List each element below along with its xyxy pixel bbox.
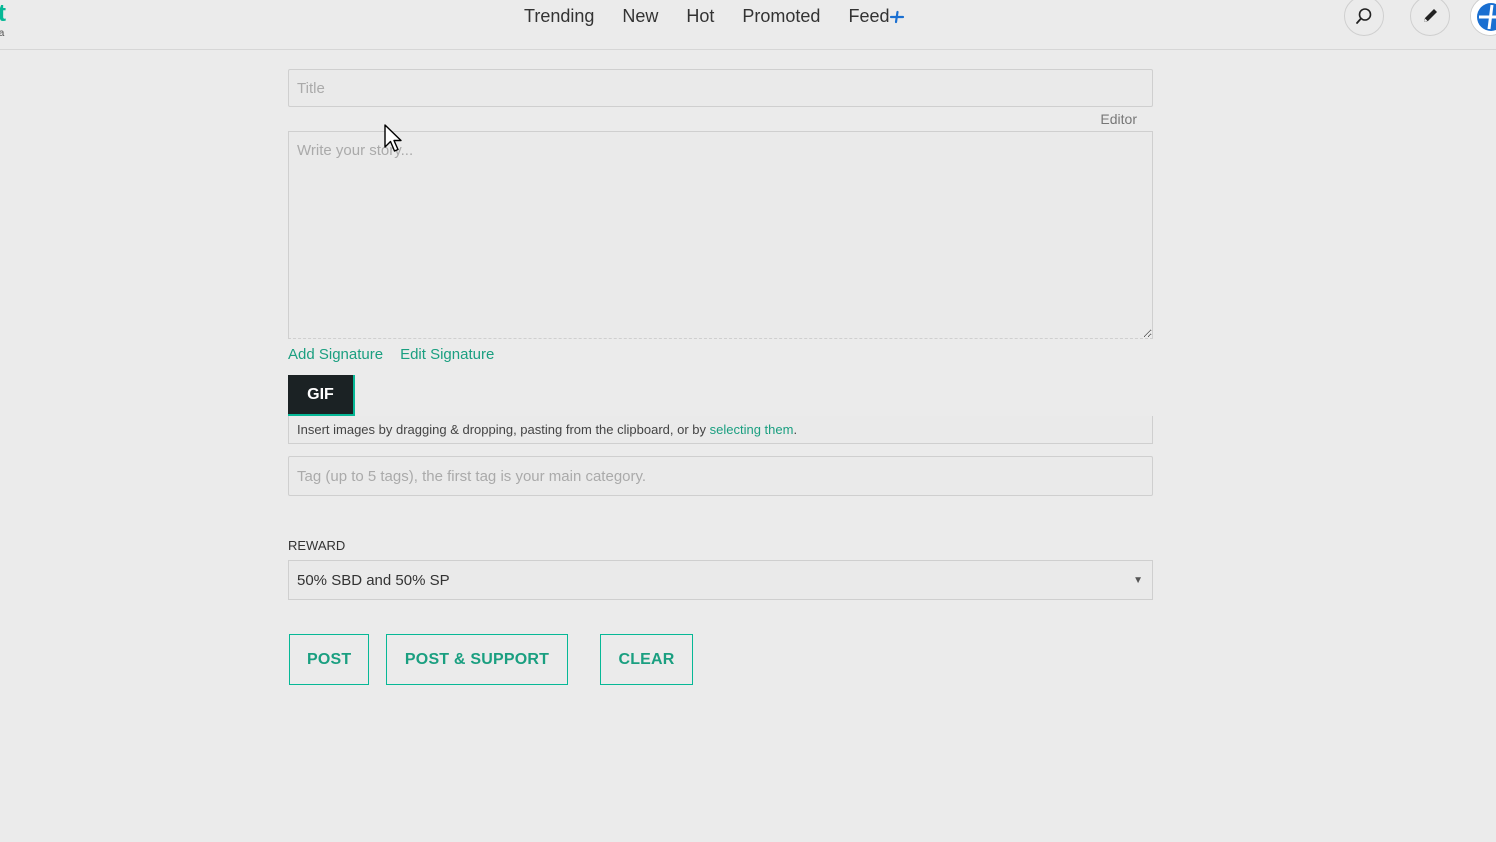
story-textarea[interactable] <box>288 131 1153 339</box>
nav-promoted[interactable]: Promoted <box>728 1 834 31</box>
title-input[interactable] <box>288 69 1153 107</box>
gif-button[interactable]: GIF <box>288 375 355 416</box>
add-signature-link[interactable]: Add Signature <box>288 346 383 363</box>
logo-subtext: ta <box>0 28 5 39</box>
nav-trending[interactable]: Trending <box>510 1 608 31</box>
editor-toggle-link[interactable]: Editor <box>1100 111 1137 127</box>
search-icon <box>1356 8 1372 24</box>
signature-row: Add Signature Edit Signature <box>288 341 1153 367</box>
tags-input[interactable] <box>288 456 1153 496</box>
post-button[interactable]: POST <box>289 634 369 685</box>
post-and-support-button[interactable]: POST & SUPPORT <box>386 634 568 685</box>
dropdown-arrow-icon: ▼ <box>1133 574 1143 586</box>
reward-select[interactable]: 50% SBD and 50% SP ▼ <box>288 560 1153 600</box>
select-images-link[interactable]: selecting them <box>710 422 794 437</box>
editor-toggle-row: Editor <box>288 107 1153 131</box>
image-insert-hint: Insert images by dragging & dropping, pa… <box>288 416 1153 444</box>
reward-label: REWARD <box>288 538 346 553</box>
nav-new[interactable]: New <box>608 1 672 31</box>
insert-hint-end: . <box>793 422 798 437</box>
nav-feed[interactable]: Feed <box>834 1 919 31</box>
feed-plus-icon <box>890 10 905 24</box>
search-button[interactable] <box>1344 0 1384 36</box>
action-buttons: POST POST & SUPPORT CLEAR <box>288 634 1153 685</box>
insert-hint-text: Insert images by dragging & dropping, pa… <box>297 422 710 437</box>
logo-mark: t <box>0 0 6 27</box>
site-logo[interactable]: t ta <box>0 2 20 42</box>
nav-hot[interactable]: Hot <box>672 1 728 31</box>
top-header: t ta Trending New Hot Promoted Feed <box>0 0 1496 50</box>
main-nav: Trending New Hot Promoted Feed <box>510 0 919 32</box>
nav-feed-label: Feed <box>848 6 890 26</box>
reward-selected-value: 50% SBD and 50% SP <box>297 571 450 589</box>
post-editor-form: Editor Add Signature Edit Signature GIF … <box>288 69 1153 685</box>
write-post-button[interactable] <box>1410 0 1450 36</box>
pencil-icon <box>1424 9 1437 22</box>
clear-button[interactable]: CLEAR <box>600 634 693 685</box>
avatar-image <box>1471 0 1496 35</box>
user-avatar[interactable] <box>1470 0 1496 36</box>
edit-signature-link[interactable]: Edit Signature <box>400 346 494 363</box>
